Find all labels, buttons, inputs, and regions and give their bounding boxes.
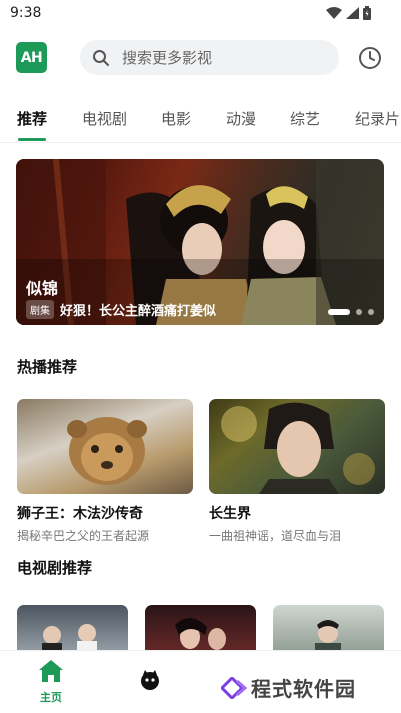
- app-logo[interactable]: AH: [16, 42, 47, 73]
- card-thumbnail: [17, 399, 193, 494]
- top-header: AH 搜索更多影视: [0, 38, 401, 80]
- tab-recommend[interactable]: 推荐: [17, 108, 47, 129]
- card-thumbnail: [209, 399, 385, 494]
- tab-movies[interactable]: 电影: [161, 108, 191, 129]
- banner-title: 似锦: [26, 279, 59, 298]
- nav-home-label: 主页: [40, 691, 62, 704]
- banner-tag: 剧集: [26, 300, 54, 319]
- mascot-icon[interactable]: [139, 669, 161, 691]
- poster-image: [315, 620, 341, 655]
- tabs-divider: [0, 142, 401, 143]
- pagination-dot-active: [328, 309, 350, 315]
- watermark: 程式软件园: [221, 673, 356, 702]
- watermark-text: 程式软件园: [251, 677, 356, 701]
- app-screen: 9:38 AH 搜索更多影视 推荐 电视剧 电影 动漫 综艺 纪录片 似锦 剧集…: [0, 0, 401, 713]
- bottom-navigation: 主页 程式软件园: [0, 650, 401, 713]
- section-title-tv: 电视剧推荐: [17, 559, 93, 577]
- tv-poster[interactable]: [145, 605, 256, 655]
- category-tabs: 推荐 电视剧 电影 动漫 综艺 纪录片: [0, 100, 401, 141]
- search-icon: [93, 49, 109, 66]
- tv-poster[interactable]: [273, 605, 384, 655]
- hot-card[interactable]: 狮子王：木法沙传奇 揭秘辛巴之父的王者起源: [17, 399, 193, 544]
- lion-cub-image: [67, 417, 147, 485]
- status-icons: [326, 6, 371, 20]
- status-time: 9:38: [10, 5, 42, 21]
- home-icon: [39, 660, 63, 682]
- nav-home[interactable]: 主页: [34, 659, 68, 705]
- tab-anime[interactable]: 动漫: [226, 108, 256, 129]
- card-description: 揭秘辛巴之父的王者起源: [17, 529, 150, 543]
- card-description: 一曲祖神谣，道尽血与泪: [209, 529, 342, 543]
- section-title-hot: 热播推荐: [17, 358, 78, 376]
- search-placeholder: 搜索更多影视: [122, 49, 213, 67]
- featured-banner[interactable]: 似锦 剧集 好狠！长公主醉酒痛打姜似: [16, 159, 384, 325]
- pagination-dot: [368, 309, 374, 315]
- poster-image: [175, 617, 226, 650]
- hot-card[interactable]: 长生界 一曲祖神谣，道尽血与泪: [209, 399, 385, 544]
- watermark-logo-icon: [221, 676, 247, 699]
- active-tab-indicator: [18, 138, 46, 141]
- poster-image: [42, 624, 97, 655]
- banner-pagination: [328, 309, 374, 315]
- history-clock-icon[interactable]: [358, 46, 382, 70]
- search-bar[interactable]: 搜索更多影视: [80, 40, 339, 75]
- tab-variety[interactable]: 综艺: [290, 108, 320, 129]
- card-title: 狮子王：木法沙传奇: [17, 506, 143, 522]
- tv-poster[interactable]: [17, 605, 128, 655]
- battery-icon: [363, 6, 371, 20]
- fantasy-character-image: [221, 402, 375, 494]
- tab-tv-series[interactable]: 电视剧: [82, 108, 127, 129]
- banner-subtitle: 好狠！长公主醉酒痛打姜似: [60, 304, 217, 319]
- tab-documentary[interactable]: 纪录片: [355, 108, 400, 129]
- signal-icon: [346, 7, 359, 19]
- wifi-icon: [326, 7, 342, 19]
- status-bar: 9:38: [0, 0, 401, 28]
- card-title: 长生界: [209, 506, 251, 522]
- pagination-dot: [356, 309, 362, 315]
